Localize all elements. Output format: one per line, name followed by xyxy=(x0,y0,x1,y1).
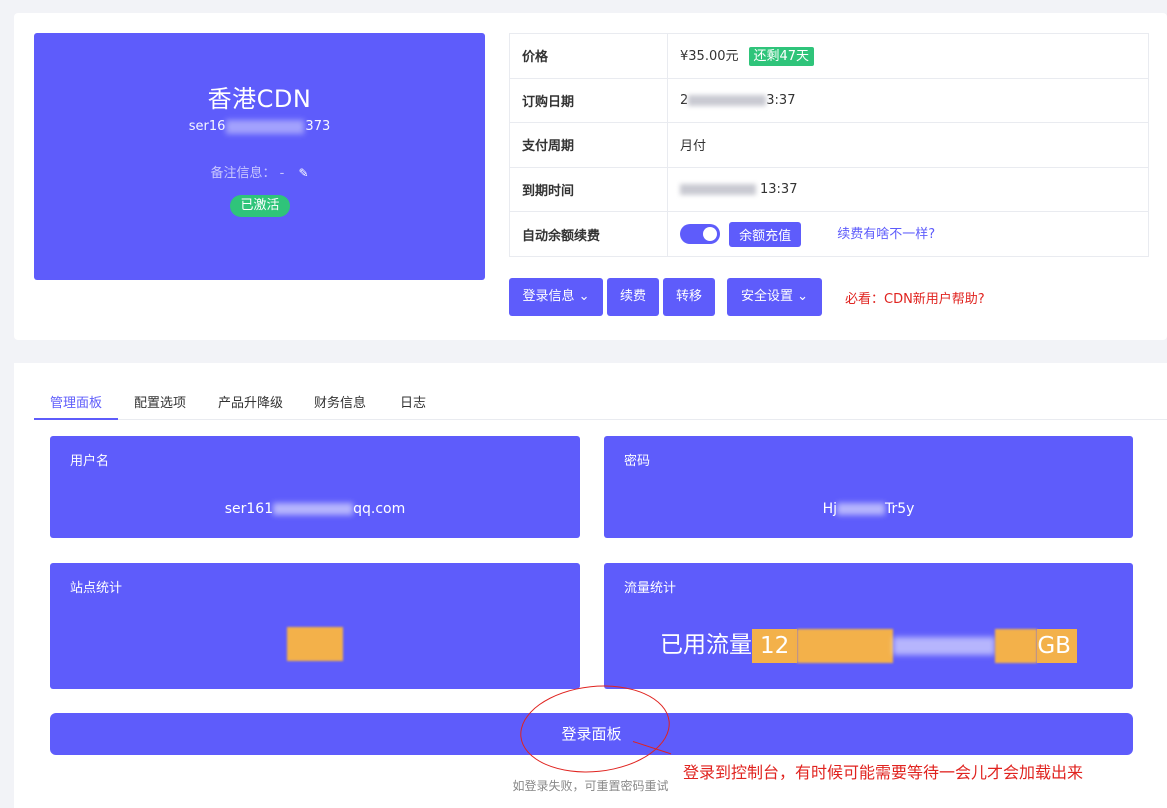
remark-label: 备注信息： xyxy=(210,166,276,181)
redaction-block xyxy=(287,627,343,661)
remark-row: 备注信息： - ✎ xyxy=(34,162,485,181)
expire-label: 到期时间 xyxy=(509,166,668,213)
username-suffix: qq.com xyxy=(353,501,406,517)
chevron-down-icon: ⌄ xyxy=(578,289,590,304)
redaction-block xyxy=(995,628,1038,663)
sites-label: 站点统计 xyxy=(70,581,123,596)
username-label: 用户名 xyxy=(70,454,110,469)
recharge-button[interactable]: 余额充值 xyxy=(729,221,802,247)
redaction-block xyxy=(797,628,894,663)
order-date-prefix: 2 xyxy=(680,92,689,108)
redacted-expire-date xyxy=(680,184,756,196)
help-link[interactable]: 必看：CDN新用户帮助? xyxy=(845,288,985,307)
expire-time: 13:37 xyxy=(760,182,798,198)
traffic-panel: 流量统计 已用流量 12 GB xyxy=(604,563,1133,689)
price-label: 价格 xyxy=(509,33,668,79)
order-date-cell: 2 3:37 xyxy=(667,77,1149,124)
product-info-table: 价格 ¥35.00元 还剩47天 订购日期 2 3:37 支付周期 月付 到期时间 … xyxy=(509,33,1149,257)
traffic-number-prefix: 12 xyxy=(760,632,790,659)
redacted-date xyxy=(688,94,767,106)
redacted-id xyxy=(226,119,305,134)
traffic-unit: GB xyxy=(1037,632,1071,659)
login-info-label: 登录信息 xyxy=(522,289,575,304)
toggle-knob xyxy=(703,227,717,242)
security-label: 安全设置 xyxy=(740,289,793,304)
login-info-button[interactable]: 登录信息 ⌄ xyxy=(509,278,603,316)
redacted-sites-count xyxy=(287,627,343,661)
username-prefix: ser161 xyxy=(224,501,274,517)
traffic-value: 已用流量 12 GB xyxy=(604,625,1133,663)
username-value[interactable]: ser161 qq.com xyxy=(50,501,580,517)
table-row: 订购日期 2 3:37 xyxy=(509,77,1149,124)
redacted-username xyxy=(273,503,354,515)
order-date-suffix: 3:37 xyxy=(766,92,796,108)
traffic-prefix: 已用流量 xyxy=(660,632,753,658)
product-summary: 香港CDN ser16 373 备注信息： - ✎ 已激活 xyxy=(34,33,485,280)
price-cell: ¥35.00元 还剩47天 xyxy=(667,33,1149,79)
tab-upgrade[interactable]: 产品升降级 xyxy=(218,392,283,411)
edit-pencil-icon[interactable]: ✎ xyxy=(298,166,308,180)
security-settings-button[interactable]: 安全设置 ⌄ xyxy=(727,278,822,316)
product-id-prefix: ser16 xyxy=(188,119,226,134)
renew-button[interactable]: 续费 xyxy=(607,278,659,316)
chevron-down-icon: ⌄ xyxy=(797,289,809,304)
active-tab-indicator xyxy=(34,418,118,420)
tab-management[interactable]: 管理面板 xyxy=(50,392,102,411)
tab-logs[interactable]: 日志 xyxy=(400,392,426,411)
table-row: 价格 ¥35.00元 还剩47天 xyxy=(509,33,1149,79)
sites-panel: 站点统计 xyxy=(50,563,580,689)
remark-value: - xyxy=(279,166,285,181)
auto-renew-cell: 余额充值 续费有啥不一样? xyxy=(667,211,1149,257)
table-row: 自动余额续费 余额充值 续费有啥不一样? xyxy=(509,211,1149,257)
password-suffix: Tr5y xyxy=(884,501,915,517)
product-overview-card: 香港CDN ser16 373 备注信息： - ✎ 已激活 价格 ¥35.00元还… xyxy=(14,13,1167,340)
product-id-suffix: 373 xyxy=(305,119,331,134)
redacted-password xyxy=(836,503,885,515)
product-name: 香港CDN xyxy=(207,85,312,113)
tab-bar: 管理面板 配置选项 产品升降级 财务信息 日志 xyxy=(34,382,1167,420)
tab-finance[interactable]: 财务信息 xyxy=(314,392,366,411)
password-panel: 密码 Hj Tr5y xyxy=(604,436,1133,538)
cycle-value: 月付 xyxy=(667,122,1149,168)
price-value: ¥35.00元 xyxy=(680,49,739,65)
password-label: 密码 xyxy=(624,454,651,469)
password-value[interactable]: Hj Tr5y xyxy=(604,501,1133,517)
remaining-days-badge: 还剩47天 xyxy=(748,47,815,67)
auto-renew-label: 自动余额续费 xyxy=(509,211,668,257)
annotation-text: 登录到控制台，有时候可能需要等待一会儿才会加载出来 xyxy=(683,763,1084,782)
renew-diff-link[interactable]: 续费有啥不一样? xyxy=(837,227,935,242)
cycle-label: 支付周期 xyxy=(509,122,668,168)
traffic-unit-block: GB xyxy=(1037,628,1077,663)
tab-config[interactable]: 配置选项 xyxy=(134,392,186,411)
order-date-label: 订购日期 xyxy=(509,77,668,124)
table-row: 支付周期 月付 xyxy=(509,122,1149,168)
table-row: 到期时间 13:37 xyxy=(509,166,1149,213)
product-id: ser16 373 xyxy=(34,119,485,134)
redacted-traffic xyxy=(893,636,996,655)
auto-renew-toggle[interactable] xyxy=(680,224,720,245)
status-badge: 已激活 xyxy=(230,195,290,217)
expire-cell: 13:37 xyxy=(667,166,1149,213)
traffic-label: 流量统计 xyxy=(624,581,677,596)
transfer-button[interactable]: 转移 xyxy=(663,278,715,316)
traffic-number-block: 12 xyxy=(752,628,798,663)
password-prefix: Hj xyxy=(822,501,837,517)
username-panel: 用户名 ser161 qq.com xyxy=(50,436,580,538)
